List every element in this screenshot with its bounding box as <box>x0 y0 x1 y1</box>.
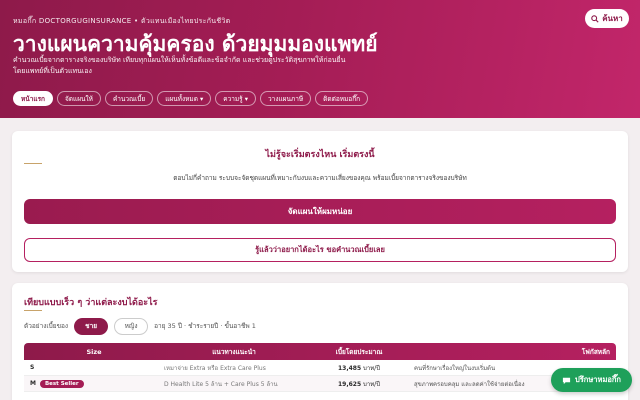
row-plan: D Health Lite 5 ล้าน + Care Plus 5 ล้าน <box>164 380 278 388</box>
chat-button-label: ปรึกษาหมอกึ๊ก <box>575 375 621 384</box>
column-header-size: Size <box>86 347 102 356</box>
accent-divider <box>24 163 42 164</box>
start-card-description: ตอบไม่กี่คำถาม ระบบจะจัดชุดแผนที่เหมาะกั… <box>173 174 467 182</box>
row-unit: บาท/ปี <box>363 364 381 372</box>
accent-divider <box>24 310 42 311</box>
gender-male-button[interactable]: ชาย <box>74 317 109 335</box>
table-header: Size แนวทางแนะนำ เบี้ยโดยประมาณ โฟกัสหลั… <box>24 343 616 360</box>
start-card-title: ไม่รู้จะเริ่มตรงไหน เริ่มตรงนี้ <box>265 150 375 160</box>
calculate-premium-button[interactable]: รู้แล้วว่าอยากได้อะไร ขอคำนวณเบี้ยเลย <box>24 238 616 262</box>
row-premium: 13,485 <box>337 364 362 372</box>
nav-item-calculator[interactable]: คำนวณเบี้ย <box>104 91 154 106</box>
nav-item-tax-planning[interactable]: วางแผนภาษี <box>260 91 312 106</box>
hero-banner: หมอกึ๊ก DOCTORGUGINSURANCE • ตัวแทนเมือง… <box>0 0 640 118</box>
column-header-recommendation: แนวทางแนะนำ <box>212 347 256 356</box>
compare-table: Size แนวทางแนะนำ เบี้ยโดยประมาณ โฟกัสหลั… <box>24 343 616 392</box>
chat-consult-button[interactable]: ปรึกษาหมอกึ๊ก <box>551 368 632 392</box>
age-info: อายุ 35 ปี · ชำระรายปี · ขั้นอาชีพ 1 <box>154 322 256 330</box>
compare-card-title: เทียบแบบเร็ว ๆ ว่าแต่ละงบได้อะไร <box>24 298 158 308</box>
nav-item-knowledge[interactable]: ความรู้ ▾ <box>215 91 257 106</box>
compare-card: เทียบแบบเร็ว ๆ ว่าแต่ละงบได้อะไร ตัวอย่า… <box>12 283 628 400</box>
column-header-focus: โฟกัสหลัก <box>581 347 610 356</box>
site-eyebrow: หมอกึ๊ก DOCTORGUGINSURANCE • ตัวแทนเมือง… <box>13 17 231 25</box>
start-card: ไม่รู้จะเริ่มตรงไหน เริ่มตรงนี้ ตอบไม่กี… <box>12 131 628 272</box>
column-header-premium: เบี้ยโดยประมาณ <box>335 347 383 356</box>
nav-item-all-plans[interactable]: แผนทั้งหมด ▾ <box>157 91 212 106</box>
table-row[interactable]: S เหมาจ่าย Extra หรือ Extra Care Plus 13… <box>24 360 616 376</box>
row-size: S <box>30 364 35 371</box>
hero-description: คำนวณเบี้ยจากตารางจริงของบริษัท เทียบทุก… <box>13 56 346 75</box>
table-row[interactable]: M Best Seller D Health Lite 5 ล้าน + Care… <box>24 376 616 392</box>
row-premium: 19,625 <box>337 380 362 388</box>
nav-item-contact[interactable]: ติดต่อหมอกึ๊ก <box>315 91 369 106</box>
best-seller-badge: Best Seller <box>39 379 84 388</box>
gender-filter: ตัวอย่างเบี้ยของ ชาย หญิง อายุ 35 ปี · ช… <box>24 317 256 335</box>
row-unit: บาท/ปี <box>363 380 381 388</box>
search-button[interactable]: ค้นหา <box>585 9 629 28</box>
row-plan: เหมาจ่าย Extra หรือ Extra Care Plus <box>164 364 266 372</box>
search-button-label: ค้นหา <box>602 14 623 23</box>
search-icon <box>591 14 599 23</box>
nav-item-home[interactable]: หน้าแรก <box>13 91 53 106</box>
example-label: ตัวอย่างเบี้ยของ <box>24 322 69 330</box>
row-size: M <box>30 380 36 387</box>
gender-female-button[interactable]: หญิง <box>114 317 149 335</box>
plan-for-me-button[interactable]: จัดแผนให้ผมหน่อย <box>24 199 616 224</box>
chat-bubble-icon <box>562 377 571 384</box>
main-nav: หน้าแรก จัดแผนให้ คำนวณเบี้ย แผนทั้งหมด … <box>13 91 369 106</box>
nav-item-plan-for-me[interactable]: จัดแผนให้ <box>57 91 101 106</box>
